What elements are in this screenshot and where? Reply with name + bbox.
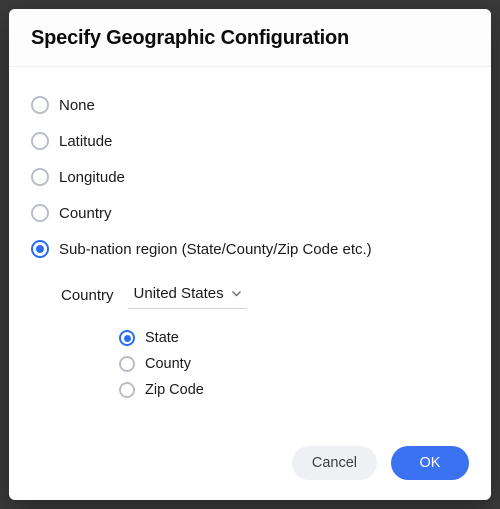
- option-none-label: None: [59, 97, 95, 114]
- level-zip-label: Zip Code: [145, 382, 204, 398]
- subnation-levels: State County Zip Code: [61, 319, 469, 403]
- country-field-label: Country: [61, 287, 114, 304]
- option-none[interactable]: None: [31, 87, 469, 123]
- level-state[interactable]: State: [119, 325, 469, 351]
- option-subnation[interactable]: Sub-nation region (State/County/Zip Code…: [31, 231, 469, 267]
- country-dropdown-value: United States: [134, 285, 224, 302]
- level-county-label: County: [145, 356, 191, 372]
- radio-icon: [31, 132, 49, 150]
- option-latitude-label: Latitude: [59, 133, 112, 150]
- dialog-title: Specify Geographic Configuration: [31, 27, 469, 50]
- level-county[interactable]: County: [119, 351, 469, 377]
- chevron-down-icon: [232, 291, 241, 297]
- radio-icon: [119, 382, 135, 398]
- option-longitude-label: Longitude: [59, 169, 125, 186]
- option-longitude[interactable]: Longitude: [31, 159, 469, 195]
- level-zip[interactable]: Zip Code: [119, 377, 469, 403]
- ok-button[interactable]: OK: [391, 446, 469, 480]
- radio-icon: [31, 96, 49, 114]
- country-dropdown[interactable]: United States: [128, 281, 247, 309]
- radio-icon: [31, 168, 49, 186]
- option-country-label: Country: [59, 205, 112, 222]
- radio-icon: [119, 330, 135, 346]
- country-row: Country United States: [61, 273, 469, 319]
- radio-icon: [119, 356, 135, 372]
- geo-config-dialog: Specify Geographic Configuration None La…: [9, 9, 491, 500]
- option-latitude[interactable]: Latitude: [31, 123, 469, 159]
- subnation-config: Country United States State County: [31, 267, 469, 403]
- cancel-button[interactable]: Cancel: [292, 446, 377, 480]
- option-country[interactable]: Country: [31, 195, 469, 231]
- dialog-body: None Latitude Longitude Country Sub-nati…: [9, 67, 491, 432]
- radio-icon: [31, 240, 49, 258]
- level-state-label: State: [145, 330, 179, 346]
- option-subnation-label: Sub-nation region (State/County/Zip Code…: [59, 241, 372, 258]
- dialog-footer: Cancel OK: [9, 432, 491, 500]
- dialog-header: Specify Geographic Configuration: [9, 9, 491, 67]
- radio-icon: [31, 204, 49, 222]
